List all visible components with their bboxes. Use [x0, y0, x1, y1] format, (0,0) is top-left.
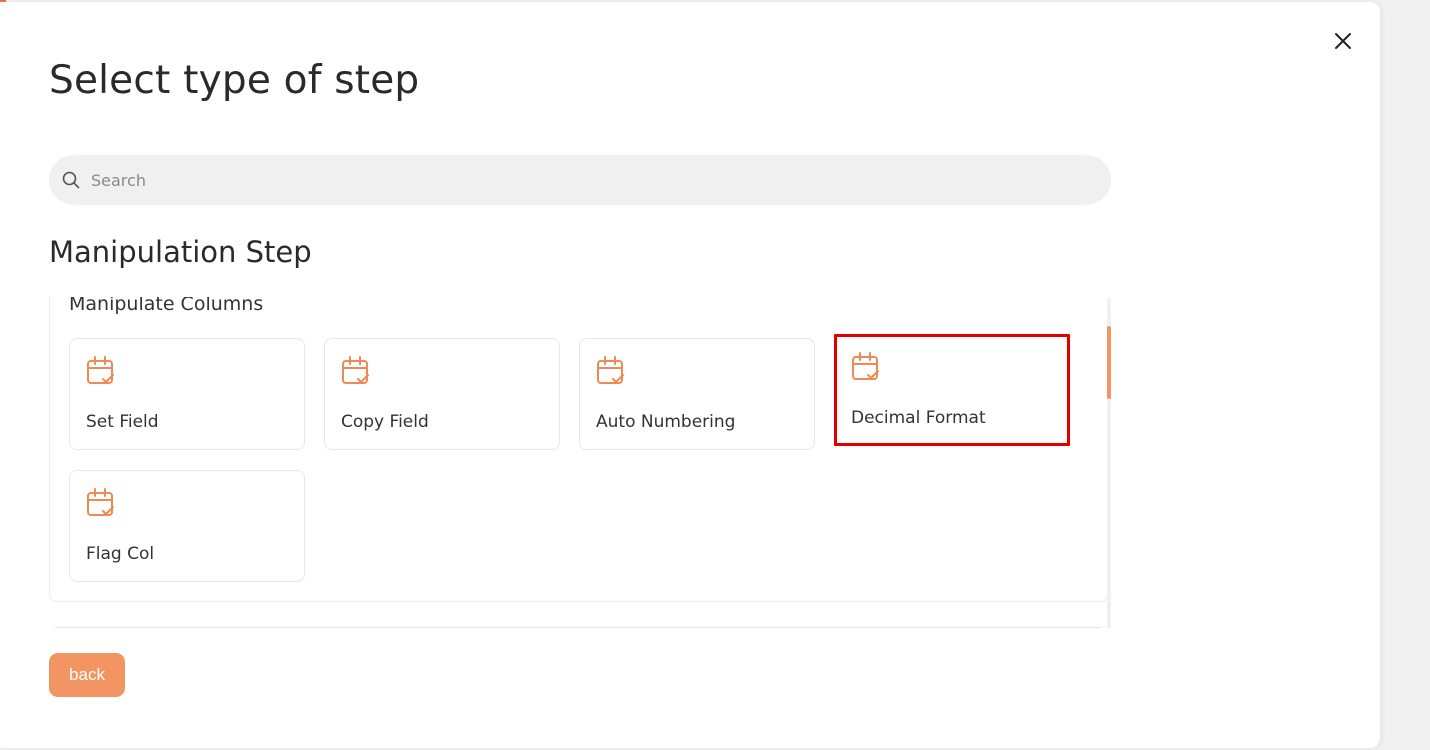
- step-card-label: Decimal Format: [851, 408, 986, 428]
- step-card-decimal-format[interactable]: Decimal Format: [834, 334, 1070, 446]
- group-title: Manipulate Columns: [69, 297, 264, 315]
- step-card-label: Auto Numbering: [596, 412, 736, 432]
- calendar-check-icon: [87, 356, 114, 384]
- calendar-check-icon: [87, 488, 114, 516]
- footer-divider: [55, 627, 1101, 628]
- step-card-label: Copy Field: [341, 412, 429, 432]
- page-title: Select type of step: [49, 58, 420, 103]
- close-button[interactable]: [1331, 29, 1355, 53]
- back-button[interactable]: back: [49, 653, 125, 697]
- step-card-label: Set Field: [86, 412, 159, 432]
- panel-scrollbar[interactable]: [1107, 299, 1111, 628]
- step-card-label: Flag Col: [86, 544, 155, 564]
- section-title: Manipulation Step: [49, 235, 312, 269]
- step-list-panel: Manipulate Columns Set Field Copy Field …: [49, 297, 1109, 602]
- calendar-check-icon: [342, 356, 369, 384]
- step-card-set-field[interactable]: Set Field: [69, 338, 305, 450]
- search-icon: [62, 171, 80, 189]
- step-card-auto-numbering[interactable]: Auto Numbering: [579, 338, 815, 450]
- search-bar: [49, 155, 1111, 205]
- close-icon: [1335, 33, 1351, 49]
- calendar-check-icon: [597, 356, 624, 384]
- step-card-flag-col[interactable]: Flag Col: [69, 470, 305, 582]
- scrollbar-thumb[interactable]: [1107, 326, 1111, 399]
- search-input[interactable]: [89, 169, 1073, 191]
- step-card-copy-field[interactable]: Copy Field: [324, 338, 560, 450]
- calendar-check-icon: [852, 352, 879, 380]
